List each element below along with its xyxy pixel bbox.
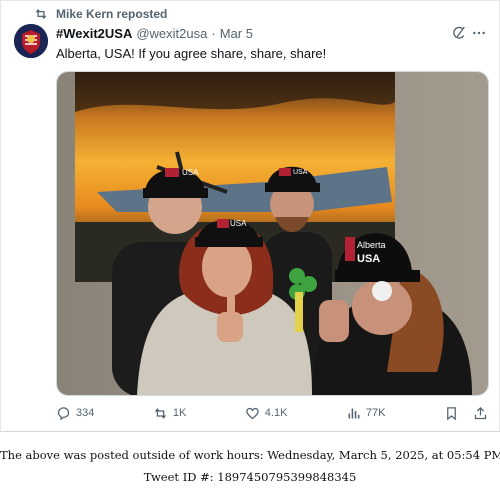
repost-button[interactable]: 1K: [153, 406, 186, 421]
svg-text:USA: USA: [230, 219, 247, 228]
grok-icon[interactable]: [451, 25, 467, 41]
like-count: 4.1K: [264, 407, 288, 419]
svg-text:USA: USA: [293, 169, 308, 176]
svg-text:Alberta: Alberta: [357, 240, 386, 250]
heart-icon: [246, 407, 259, 419]
separator-dot: ·: [211, 26, 216, 41]
repost-icon: [35, 8, 47, 20]
share-icon: [474, 406, 487, 419]
action-bar: 334 1K 4.1K 77K: [56, 402, 488, 424]
reply-icon: [57, 406, 70, 420]
repost-icon: [154, 407, 166, 419]
repost-label: Mike Kern reposted: [56, 7, 168, 21]
author-handle[interactable]: @wexit2usa: [136, 26, 207, 41]
svg-text:USA: USA: [182, 168, 199, 177]
tweet-header: #Wexit2USA @wexit2usa · Mar 5: [56, 26, 253, 41]
bookmark-button[interactable]: [444, 406, 459, 421]
repost-indicator[interactable]: Mike Kern reposted: [34, 7, 167, 21]
author-name[interactable]: #Wexit2USA: [56, 26, 132, 41]
post-photo[interactable]: USA USA USA Alberta USA: [56, 71, 489, 396]
reply-button[interactable]: 334: [56, 406, 94, 421]
views-count: 77K: [365, 407, 386, 419]
share-button[interactable]: [473, 406, 488, 421]
more-options-icon[interactable]: [470, 25, 488, 41]
views-icon: [348, 408, 360, 418]
reply-count: 334: [76, 407, 95, 419]
views-button[interactable]: 77K: [346, 406, 386, 421]
repost-count: 1K: [172, 407, 187, 419]
bookmark-icon: [447, 406, 456, 420]
post-date[interactable]: Mar 5: [220, 26, 253, 41]
post-text: Alberta, USA! If you agree share, share,…: [56, 46, 327, 61]
footer-tweet-id: Tweet ID #: 1897450795399848345: [143, 470, 357, 484]
svg-text:USA: USA: [357, 253, 380, 265]
footer-posted-note: The above was posted outside of work hou…: [0, 448, 500, 462]
like-button[interactable]: 4.1K: [245, 406, 288, 421]
avatar[interactable]: [14, 24, 48, 58]
